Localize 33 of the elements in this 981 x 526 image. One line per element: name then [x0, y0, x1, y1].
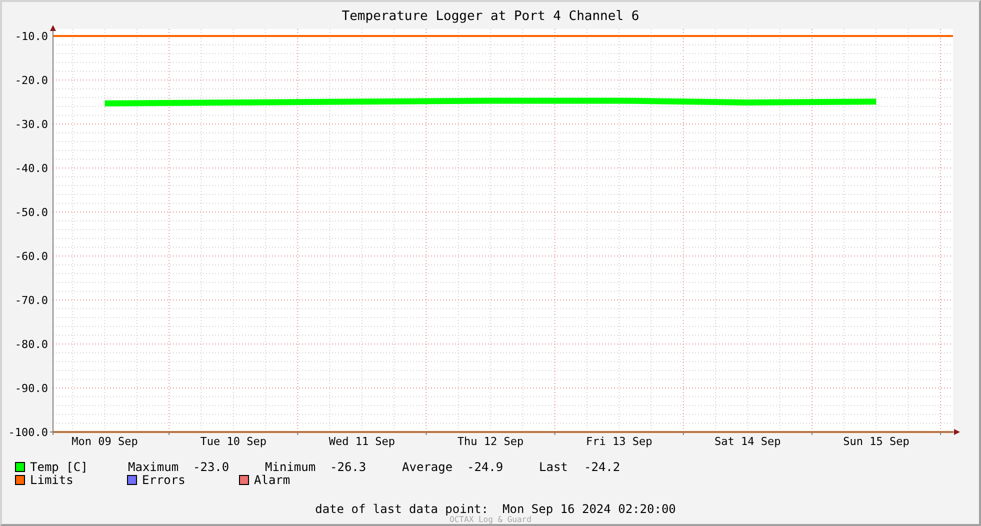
stat-label: Average: [402, 461, 454, 473]
x-tick-label: Fri 13 Sep: [586, 435, 652, 448]
y-tick-label: -80.0: [14, 338, 48, 351]
stat-label: Minimum: [265, 461, 317, 473]
x-tick-label: Thu 12 Sep: [457, 435, 524, 448]
x-tick-label: Wed 11 Sep: [328, 435, 396, 448]
y-tick-label: -50.0: [14, 206, 48, 220]
stat-value: -23.0: [193, 461, 230, 473]
y-tick-label: -60.0: [14, 250, 48, 264]
legend-label: Alarm: [254, 474, 290, 486]
x-tick-label: Tue 10 Sep: [200, 435, 266, 448]
y-tick-label: -90.0: [14, 382, 48, 395]
legend-label: Temp [C]: [30, 461, 88, 473]
chart-title: Temperature Logger at Port 4 Channel 6: [342, 10, 640, 23]
legend-label: Errors: [142, 474, 186, 486]
x-tick-label: Sun 15 Sep: [843, 435, 910, 448]
x-tick-label: Mon 09 Sep: [72, 435, 138, 448]
last-data-value: Mon Sep 16 2024 02:20:00: [502, 503, 676, 515]
last-data-label: date of last data point:: [315, 503, 488, 515]
credit-text: OCTAX Log & Guard: [450, 515, 532, 524]
y-tick-label: -100.0: [8, 426, 48, 439]
stat-label: Last: [539, 461, 569, 473]
stat-label: Maximum: [128, 461, 180, 473]
y-tick-label: -20.0: [14, 74, 48, 88]
y-tick-label: -30.0: [14, 118, 48, 132]
y-tick-label: -70.0: [14, 294, 48, 308]
stat-value: -26.3: [330, 461, 368, 473]
y-tick-label: -40.0: [14, 162, 48, 176]
x-tick-label: Sat 14 Sep: [714, 435, 781, 448]
y-tick-label: -10.0: [14, 30, 48, 44]
stat-value: -24.9: [467, 461, 504, 473]
legend-label: Limits: [30, 474, 74, 486]
stat-value: -24.2: [584, 461, 620, 473]
